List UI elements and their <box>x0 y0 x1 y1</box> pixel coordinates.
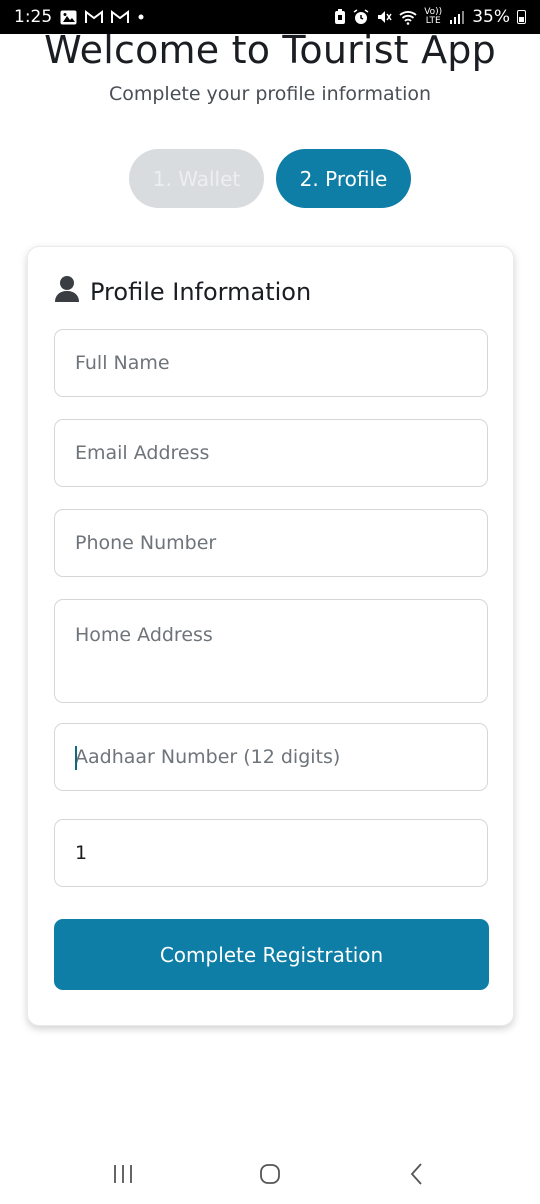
text-caret <box>75 746 77 770</box>
aadhaar-field[interactable] <box>54 723 488 791</box>
gmail-icon <box>85 10 104 24</box>
carrier-label: Vo)) LTE <box>424 7 443 26</box>
gmail-icon <box>111 10 130 24</box>
dot-icon <box>137 13 145 21</box>
home-button[interactable] <box>240 1154 300 1194</box>
battery-icon <box>517 10 526 24</box>
image-icon <box>60 10 77 25</box>
card-title: Profile Information <box>90 277 312 306</box>
status-time: 1:25 <box>14 7 53 27</box>
battery-percent: 35% <box>472 7 510 27</box>
recent-apps-button[interactable] <box>93 1154 153 1194</box>
step-wallet[interactable]: 1. Wallet <box>129 149 264 208</box>
page-title: Welcome to Tourist App <box>44 28 496 72</box>
profile-card: Profile Information Complete Registratio… <box>27 246 514 1026</box>
page-subtitle: Complete your profile information <box>108 83 432 105</box>
email-field[interactable] <box>54 419 488 487</box>
person-icon <box>54 275 80 308</box>
extra-field[interactable] <box>54 819 488 887</box>
home-icon <box>260 1164 280 1184</box>
home-address-field[interactable] <box>54 599 488 703</box>
signal-icon <box>449 10 465 24</box>
wifi-icon <box>399 10 417 25</box>
phone-field[interactable] <box>54 509 488 577</box>
nav-bar <box>0 1144 540 1204</box>
card-header: Profile Information <box>54 275 311 308</box>
battery-saver-icon <box>334 9 346 25</box>
back-button[interactable] <box>387 1154 447 1194</box>
complete-registration-button[interactable]: Complete Registration <box>54 919 489 990</box>
full-name-field[interactable] <box>54 329 488 397</box>
recents-icon <box>114 1165 133 1183</box>
step-profile[interactable]: 2. Profile <box>276 149 411 208</box>
volte-icon: Vo)) LTE <box>424 8 442 26</box>
alarm-icon <box>353 9 369 25</box>
back-icon <box>410 1163 422 1185</box>
mute-icon <box>376 9 392 25</box>
